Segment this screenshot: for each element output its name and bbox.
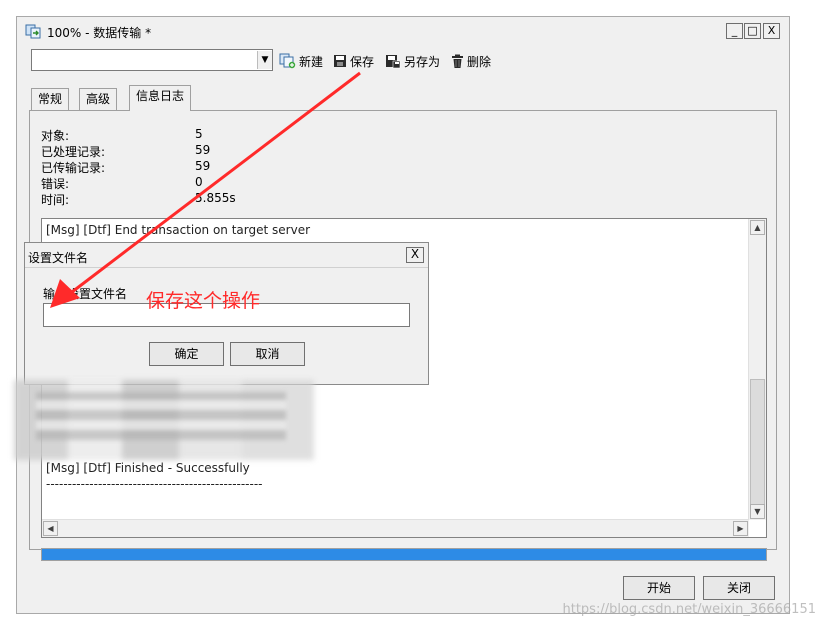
watermark: https://blog.csdn.net/weixin_36666151 [562, 602, 816, 617]
ok-button[interactable]: 确定 [149, 342, 224, 366]
annotation-text: 保存这个操作 [146, 290, 261, 312]
stat-label-objects: 对象: [41, 129, 70, 143]
tab-general[interactable]: 常规 [31, 88, 70, 110]
save-as-label: 另存为 [404, 54, 441, 69]
vertical-scrollbar[interactable]: ▲ ▼ [748, 219, 766, 520]
log-line: [Msg] [Dtf] End transaction on target se… [46, 223, 311, 237]
log-line: [Msg] [Dtf] Finished - Successfully [46, 461, 250, 475]
scroll-left-icon[interactable]: ◀ [43, 521, 58, 536]
log-line: ----------------------------------------… [46, 477, 263, 491]
set-filename-dialog: 设置文件名 X 输入设置文件名 确定 取消 [24, 242, 429, 385]
new-label: 新建 [299, 54, 324, 69]
start-button[interactable]: 开始 [623, 576, 695, 600]
filename-label: 输入设置文件名 [43, 287, 128, 301]
save-as-button[interactable]: 另存为 [385, 52, 440, 70]
maximize-button[interactable]: □ [744, 23, 761, 39]
stat-value-errors: 0 [195, 175, 203, 189]
data-transfer-icon [25, 23, 41, 39]
new-icon [279, 53, 296, 69]
trash-icon [451, 54, 464, 69]
new-button[interactable]: 新建 [279, 52, 323, 70]
dialog-close-icon[interactable]: X [406, 247, 424, 263]
minimize-button[interactable]: _ [726, 23, 743, 39]
progress-bar [41, 548, 767, 561]
stat-label-processed: 已处理记录: [41, 145, 106, 159]
stat-value-objects: 5 [195, 127, 203, 141]
title-bar: 100% - 数据传输 * _ □ X [17, 21, 789, 43]
stat-value-transferred: 59 [195, 159, 211, 173]
save-button[interactable]: 保存 [333, 52, 374, 70]
tab-advanced[interactable]: 高级 [79, 88, 118, 110]
close-window-button[interactable]: X [763, 23, 780, 39]
floppy-save-icon [333, 54, 347, 68]
floppy-save-as-icon [385, 54, 401, 69]
cancel-button[interactable]: 取消 [230, 342, 305, 366]
redacted-region [36, 392, 286, 440]
dialog-title: 设置文件名 [28, 251, 89, 265]
close-button[interactable]: 关闭 [703, 576, 775, 600]
scroll-up-icon[interactable]: ▲ [750, 220, 765, 235]
horizontal-scrollbar[interactable]: ◀ ▶ [42, 519, 749, 537]
stat-label-time: 时间: [41, 193, 70, 207]
scroll-down-icon[interactable]: ▼ [750, 504, 765, 519]
tab-info-log[interactable]: 信息日志 [129, 85, 192, 111]
progress-fill [42, 549, 766, 560]
stat-value-time: 5.855s [195, 191, 236, 205]
delete-button[interactable]: 删除 [451, 52, 491, 70]
stat-value-processed: 59 [195, 143, 211, 157]
profile-combo[interactable]: ▼ [31, 49, 273, 71]
vertical-scroll-thumb[interactable] [750, 379, 765, 507]
stat-label-transferred: 已传输记录: [41, 161, 106, 175]
save-label: 保存 [350, 54, 375, 69]
dialog-title-divider [25, 267, 428, 268]
delete-label: 删除 [467, 54, 492, 69]
chevron-down-icon[interactable]: ▼ [257, 51, 272, 69]
window-title: 100% - 数据传输 * [47, 26, 152, 40]
stat-label-errors: 错误: [41, 177, 70, 191]
scroll-right-icon[interactable]: ▶ [733, 521, 748, 536]
